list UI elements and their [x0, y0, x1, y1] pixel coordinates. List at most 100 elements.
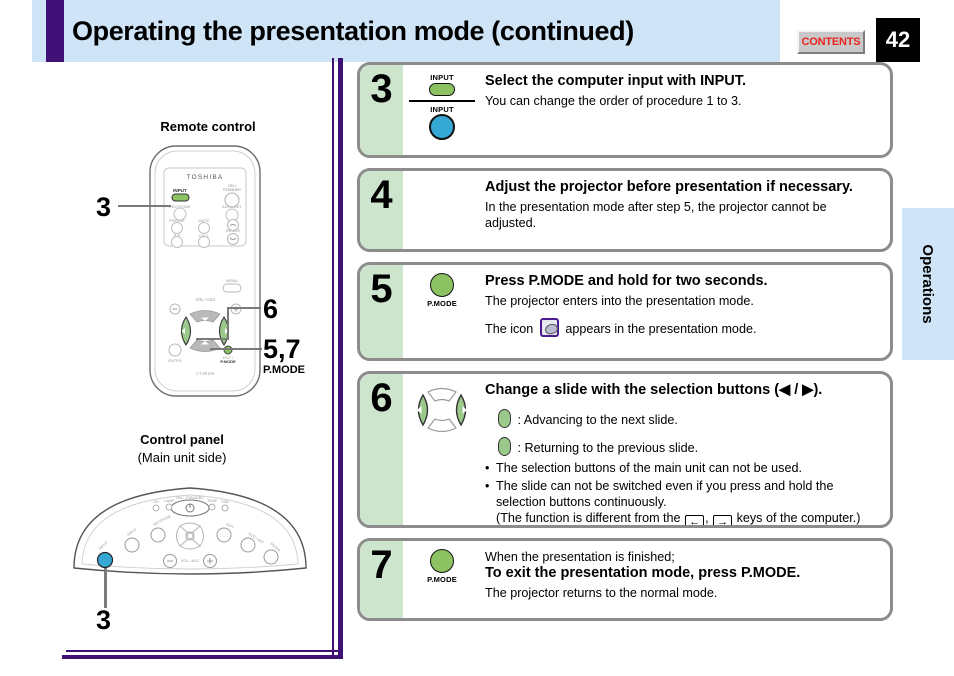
control-panel-title: Control panel: [140, 432, 224, 447]
svg-text:ON / STANDBY: ON / STANDBY: [176, 495, 204, 500]
left-arrow-key-icon: ←: [685, 515, 705, 525]
page-title: Operating the presentation mode (continu…: [72, 16, 634, 46]
right-arrow-leaf-icon: [498, 408, 511, 428]
step-6-prev-text: : Returning to the previous slide.: [517, 441, 699, 456]
step-6-heading: Change a slide with the selection button…: [485, 382, 823, 398]
control-panel-subtitle: (Main unit side): [137, 450, 227, 465]
remote-callout-6-leader-top: [227, 307, 261, 309]
remote-callout-3: 3: [96, 192, 112, 222]
bottom-rule-thin: [66, 650, 338, 652]
step-6-body: Change a slide with the selection button…: [481, 374, 890, 525]
step-5-icon-note: The icon appears in the presentation mod…: [485, 318, 878, 338]
step-5-text: The projector enters into the presentati…: [485, 293, 754, 308]
pmode-button-icon: [430, 273, 454, 297]
step-number-panel: 4: [360, 171, 403, 249]
pmode-button-icon: [430, 549, 454, 573]
step-7-body: When the presentation is finished; To ex…: [481, 541, 890, 618]
step-card-3: 3 INPUT INPUT Select the computer input …: [357, 62, 893, 158]
step-5-icon-group: P.MODE: [403, 265, 481, 358]
remote-control-title: Remote control: [160, 119, 256, 134]
step-3-text: You can change the order of procedure 1 …: [485, 93, 742, 108]
page-number-value: 42: [885, 27, 911, 52]
page-number-badge: 42: [876, 18, 920, 62]
step-5-heading: Press P.MODE and hold for two seconds.: [485, 273, 768, 289]
column-divider-thick: [338, 58, 343, 657]
page-root: Operating the presentation mode (continu…: [0, 0, 954, 676]
list-item: The slide can not be switched even if yo…: [485, 478, 878, 511]
step-6-bullets: The selection buttons of the main unit c…: [485, 460, 878, 510]
steps-list: 3 INPUT INPUT Select the computer input …: [357, 62, 893, 631]
step-number: 5: [370, 267, 393, 311]
bottom-rule-thick: [62, 655, 343, 659]
step-6-next-line: : Advancing to the next slide.: [485, 408, 878, 428]
svg-text:P.MODE: P.MODE: [220, 359, 236, 364]
control-panel-callout-3: 3: [96, 605, 112, 635]
input-round-button-icon: [429, 114, 455, 140]
svg-text:INPUT: INPUT: [173, 188, 187, 193]
side-tab-label: Operations: [919, 244, 937, 324]
column-divider-thin: [332, 58, 334, 657]
header-accent-bar: [46, 0, 64, 62]
svg-text:ON: ON: [153, 500, 159, 504]
side-tab-operations[interactable]: Operations: [902, 208, 954, 360]
step-7-icon-group: P.MODE: [403, 541, 481, 618]
list-item: The selection buttons of the main unit c…: [485, 460, 878, 477]
input-round-label: INPUT: [430, 105, 454, 114]
step-card-5: 5 P.MODE Press P.MODE and hold for two s…: [357, 262, 893, 361]
step-5-note-suffix: appears in the presentation mode.: [565, 322, 757, 337]
step-number-panel: 7: [360, 541, 403, 618]
remote-callout-57-leader: [210, 348, 262, 350]
svg-text:STANDBY: STANDBY: [223, 187, 242, 192]
remote-callout-3-leader: [118, 205, 171, 207]
remote-callout-57: 5,7: [263, 334, 301, 364]
step-card-6: 6 Change a slide with the selection butt…: [357, 371, 893, 528]
key-separator: ,: [705, 511, 709, 526]
step-number: 4: [370, 173, 393, 217]
right-arrow-key-icon: →: [713, 515, 733, 525]
step-6-next-text: : Advancing to the next slide.: [517, 412, 678, 427]
step-4-heading: Adjust the projector before presentation…: [485, 179, 853, 195]
input-pill-button-icon: [429, 83, 455, 96]
svg-text:FAN: FAN: [222, 500, 229, 504]
control-panel-callout-3-leader: [104, 568, 107, 608]
pmode-button-label: P.MODE: [427, 575, 457, 584]
selection-pad-icon: [417, 387, 467, 433]
step-6-note-suffix: keys of the computer.): [736, 511, 861, 526]
svg-text:CT-90106: CT-90106: [196, 371, 215, 376]
step-3-body: Select the computer input with INPUT. Yo…: [481, 65, 890, 155]
svg-text:TEMP: TEMP: [207, 499, 218, 503]
step-6-icon-group: [403, 374, 481, 525]
step-7-pretext: When the presentation is finished;: [485, 550, 675, 564]
step-3-heading: Select the computer input with INPUT.: [485, 73, 747, 89]
step-6-note: (The function is different from the ←, →…: [485, 510, 878, 526]
input-pill-label: INPUT: [430, 73, 454, 82]
step-3-icon-group: INPUT INPUT: [403, 65, 481, 155]
step-number-panel: 5: [360, 265, 403, 358]
step-number-panel: 6: [360, 374, 403, 525]
svg-text:VOL / ADJ: VOL / ADJ: [195, 297, 214, 302]
step-7-text: The projector returns to the normal mode…: [485, 586, 718, 601]
step-number: 3: [370, 67, 393, 111]
step-5-note-prefix: The icon: [485, 322, 534, 337]
remote-callout-6: 6: [263, 294, 279, 324]
svg-text:VOL / ADJ: VOL / ADJ: [181, 558, 200, 563]
step-card-4: 4 Adjust the projector before presentati…: [357, 168, 893, 252]
step-card-7: 7 P.MODE When the presentation is finish…: [357, 538, 893, 621]
svg-text:TOSHIBA: TOSHIBA: [187, 174, 224, 181]
svg-text:LAMP: LAMP: [164, 499, 174, 503]
remote-callout-57-sub: P.MODE: [263, 364, 305, 376]
icon-divider: [409, 100, 475, 102]
remote-callout-6-leader-bottom: [196, 338, 229, 340]
step-6-note-prefix: (The function is different from the: [496, 511, 681, 526]
svg-text:MENU: MENU: [226, 278, 238, 283]
step-4-text: In the presentation mode after step 5, t…: [485, 199, 827, 231]
step-7-heading: To exit the presentation mode, press P.M…: [485, 565, 801, 582]
contents-button-label: CONTENTS: [801, 36, 861, 48]
step-number: 6: [370, 376, 393, 420]
presentation-mode-icon: [539, 318, 559, 338]
step-number-panel: 3: [360, 65, 403, 155]
contents-button[interactable]: CONTENTS: [797, 30, 865, 54]
step-number: 7: [370, 543, 393, 587]
remote-callout-6-leader-vert: [227, 307, 229, 340]
step-6-prev-line: : Returning to the previous slide.: [485, 437, 878, 457]
